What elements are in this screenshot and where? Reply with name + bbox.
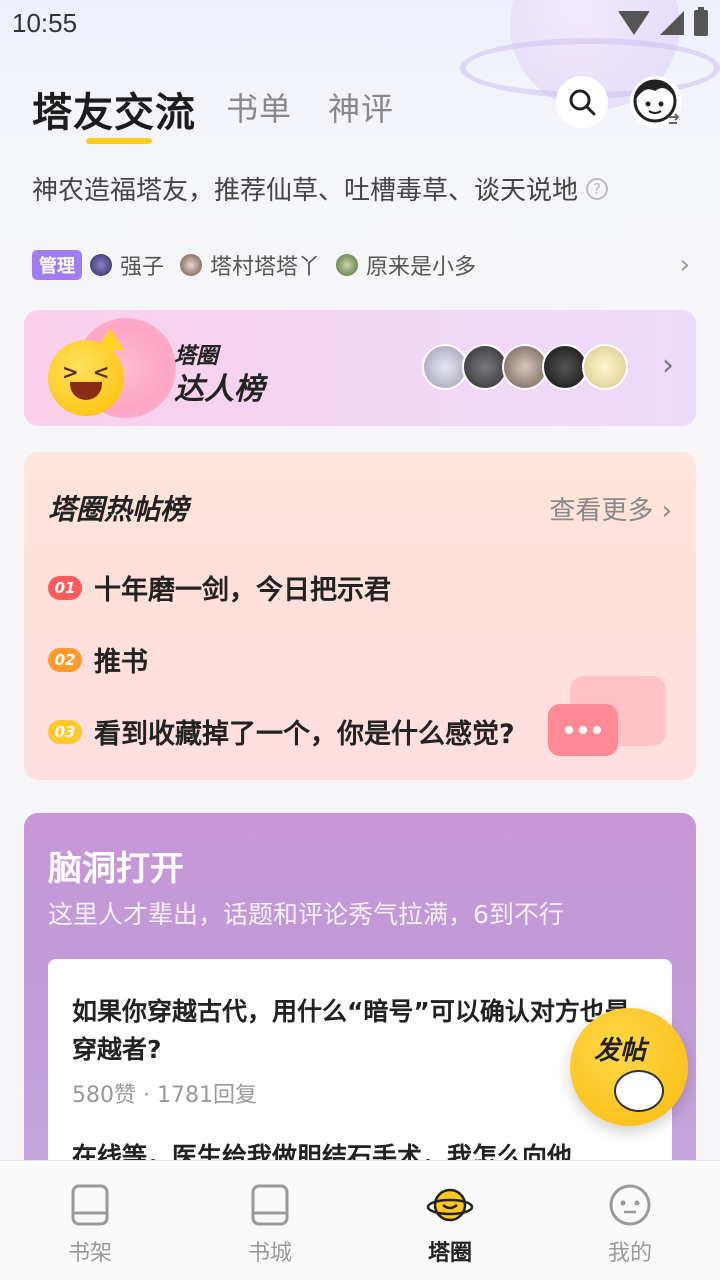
nav-bookshelf[interactable]: 书架 bbox=[0, 1161, 180, 1280]
hot-post-text: 推书 bbox=[94, 647, 148, 678]
circle-description: 神农造福塔友，推荐仙草、吐槽毒草、谈天说地 ? bbox=[32, 170, 609, 207]
status-time: 10:55 bbox=[12, 8, 78, 38]
admin-row[interactable]: 管理 强子 塔村塔塔丫 原来是小多 › bbox=[32, 250, 700, 280]
avatar bbox=[180, 254, 203, 276]
tab-booklist[interactable]: 书单 bbox=[226, 84, 292, 130]
profile-icon bbox=[609, 1184, 651, 1226]
bookshelf-icon bbox=[71, 1184, 109, 1226]
rank-badge: 02 bbox=[48, 647, 82, 672]
brainstorm-title: 脑洞打开 bbox=[48, 849, 184, 889]
planet-icon bbox=[426, 1188, 474, 1222]
masters-title-line2: 达人榜 bbox=[174, 372, 264, 407]
top-users-avatars bbox=[422, 344, 628, 390]
status-bar: 10:55 bbox=[0, 0, 720, 52]
avatar bbox=[336, 254, 359, 276]
hot-post-text: 十年磨一剑，今日把示君 bbox=[94, 575, 391, 606]
avatar bbox=[582, 344, 628, 390]
hot-post-item[interactable]: 03 看到收藏掉了一个，你是什么感觉? bbox=[48, 712, 515, 751]
mascot-icon bbox=[614, 1070, 664, 1112]
battery-icon bbox=[694, 7, 708, 36]
nav-profile[interactable]: 我的 bbox=[540, 1161, 720, 1280]
create-post-button[interactable]: 发帖 bbox=[570, 1008, 688, 1126]
search-button[interactable] bbox=[556, 76, 608, 128]
post-meta: 580赞 · 1781回复 bbox=[72, 1083, 257, 1108]
admin-badge: 管理 bbox=[32, 250, 82, 280]
description-text: 神农造福塔友，推荐仙草、吐槽毒草、谈天说地 bbox=[32, 176, 579, 206]
nav-label: 我的 bbox=[607, 1241, 652, 1266]
admin-name: 原来是小多 bbox=[366, 255, 477, 280]
brainstorm-card: 脑洞打开 这里人才辈出，话题和评论秀气拉满，6到不行 如果你穿越古代，用什么“暗… bbox=[24, 813, 696, 1173]
tab-top-comments[interactable]: 神评 bbox=[328, 84, 394, 130]
laughing-mascot-icon: >< bbox=[48, 340, 124, 416]
create-post-label: 发帖 bbox=[594, 1036, 647, 1066]
nav-label: 塔圈 bbox=[427, 1241, 472, 1266]
chat-bubble-icon bbox=[548, 704, 618, 756]
help-icon[interactable]: ? bbox=[586, 177, 609, 200]
nav-label: 书架 bbox=[67, 1241, 112, 1266]
masters-leaderboard-card[interactable]: >< 塔圈 达人榜 › bbox=[24, 310, 696, 426]
search-icon bbox=[569, 89, 596, 116]
signal-icon bbox=[660, 11, 684, 35]
wifi-icon bbox=[618, 11, 650, 35]
nav-label: 书城 bbox=[247, 1241, 292, 1266]
post-title[interactable]: 如果你穿越古代，用什么“暗号”可以确认对方也是穿越者? bbox=[72, 993, 652, 1069]
hot-posts-title: 塔圈热帖榜 bbox=[48, 493, 189, 526]
header: 塔友交流 书单 神评 bbox=[0, 70, 720, 150]
rank-badge: 03 bbox=[48, 719, 82, 744]
see-more-link[interactable]: 查看更多 › bbox=[549, 490, 672, 527]
hot-post-text: 看到收藏掉了一个，你是什么感觉? bbox=[94, 719, 515, 750]
status-icons bbox=[618, 7, 708, 36]
admin-name: 塔村塔塔丫 bbox=[210, 255, 321, 280]
brainstorm-subtitle: 这里人才辈出，话题和评论秀气拉满，6到不行 bbox=[48, 900, 564, 929]
rank-badge: 01 bbox=[48, 575, 82, 600]
bottom-nav: 书架 书城 塔圈 我的 bbox=[0, 1160, 720, 1280]
hot-post-item[interactable]: 01 十年磨一剑，今日把示君 bbox=[48, 568, 391, 607]
nav-circle[interactable]: 塔圈 bbox=[360, 1161, 540, 1280]
admin-name: 强子 bbox=[120, 255, 165, 280]
see-more-label: 查看更多 bbox=[549, 496, 654, 526]
face-switch-icon bbox=[633, 79, 680, 124]
avatar bbox=[90, 254, 112, 276]
profile-switch-button[interactable] bbox=[630, 76, 682, 128]
hot-posts-card: 塔圈热帖榜 查看更多 › 01 十年磨一剑，今日把示君 02 推书 03 看到收… bbox=[24, 452, 696, 780]
chevron-right-icon: › bbox=[662, 348, 674, 383]
tab-exchange[interactable]: 塔友交流 bbox=[32, 80, 196, 138]
chevron-right-icon: › bbox=[679, 250, 690, 280]
nav-bookstore[interactable]: 书城 bbox=[180, 1161, 360, 1280]
hot-post-item[interactable]: 02 推书 bbox=[48, 640, 148, 679]
bookstore-icon bbox=[251, 1184, 289, 1226]
active-tab-indicator bbox=[86, 138, 152, 144]
